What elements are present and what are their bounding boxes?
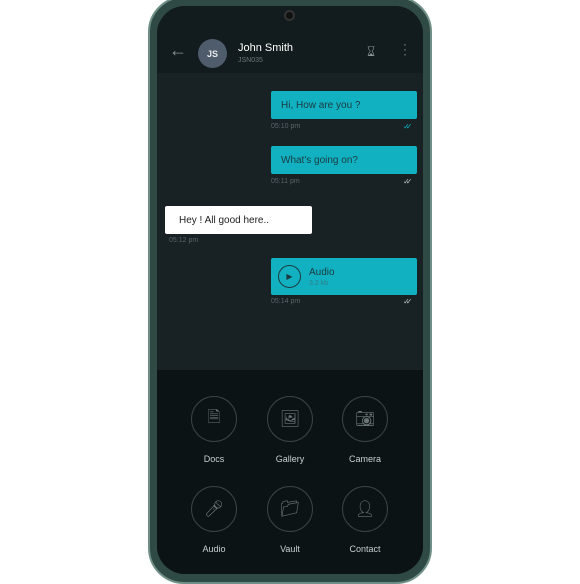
attach-label: Audio <box>202 544 226 554</box>
message-time: 05:12 pm <box>169 237 199 244</box>
attach-audio[interactable]: 🎤︎ Audio <box>184 486 244 554</box>
message-bubble-incoming[interactable]: Hey ! All good here.. <box>165 206 312 234</box>
message-bubble-outgoing[interactable]: What's going on? <box>271 146 417 174</box>
read-ticks-icon: ✓✓ <box>403 122 413 131</box>
attachment-panel: 🗎︎ Docs 🖼︎ Gallery 📷︎ Camera 🎤︎ Audio 📁︎ Vaul… <box>157 370 423 574</box>
message-time: 05:11 pm <box>271 178 300 185</box>
attach-contact[interactable]: 👤︎ Contact <box>335 486 395 554</box>
folder-icon: 📁︎ <box>267 486 313 532</box>
message-text: What's going on? <box>281 155 358 166</box>
attach-label: Vault <box>280 544 300 554</box>
message-text: Hi, How are you ? <box>281 100 361 111</box>
message-time: 05:10 pm <box>271 123 301 130</box>
message-text: Hey ! All good here.. <box>179 215 270 226</box>
attach-gallery[interactable]: 🖼︎ Gallery <box>260 396 320 464</box>
attach-label: Camera <box>348 454 381 464</box>
contact-id: JSN035 <box>238 57 263 64</box>
delivered-ticks-icon: ✓✓ <box>403 297 413 306</box>
microphone-icon: 🎤︎ <box>191 486 237 532</box>
attach-vault[interactable]: 📁︎ Vault <box>260 486 320 554</box>
camera-icon: 📷︎ <box>342 396 388 442</box>
attach-docs[interactable]: 🗎︎ Docs <box>184 396 244 464</box>
person-icon: 👤︎ <box>342 486 388 532</box>
avatar[interactable]: JS <box>198 39 227 68</box>
camera-notch <box>284 10 295 21</box>
image-icon: 🖼︎ <box>267 396 313 442</box>
contact-name: John Smith <box>238 42 294 54</box>
message-time: 05:14 pm <box>271 298 301 305</box>
attach-camera[interactable]: 📷︎ Camera <box>335 396 395 464</box>
hourglass-icon[interactable]: ⌛︎ <box>367 44 375 60</box>
audio-message-bubble[interactable]: ▶ Audio 3.2 kb <box>271 258 417 295</box>
audio-size: 3.2 kb <box>309 280 329 287</box>
message-bubble-outgoing[interactable]: Hi, How are you ? <box>271 91 417 119</box>
back-arrow-icon[interactable]: ← <box>169 40 187 61</box>
play-button-icon[interactable]: ▶ <box>278 265 301 288</box>
document-icon: 🗎︎ <box>191 396 237 442</box>
audio-label: Audio <box>309 267 335 278</box>
attach-label: Docs <box>203 454 225 464</box>
attach-label: Contact <box>349 544 381 554</box>
attach-label: Gallery <box>275 454 305 464</box>
delivered-ticks-icon: ✓✓ <box>403 177 413 186</box>
more-options-icon[interactable]: · · · <box>401 38 409 60</box>
chat-screen: ← JS John Smith JSN035 ⌛︎ · · · Hi, How ar… <box>157 6 423 574</box>
